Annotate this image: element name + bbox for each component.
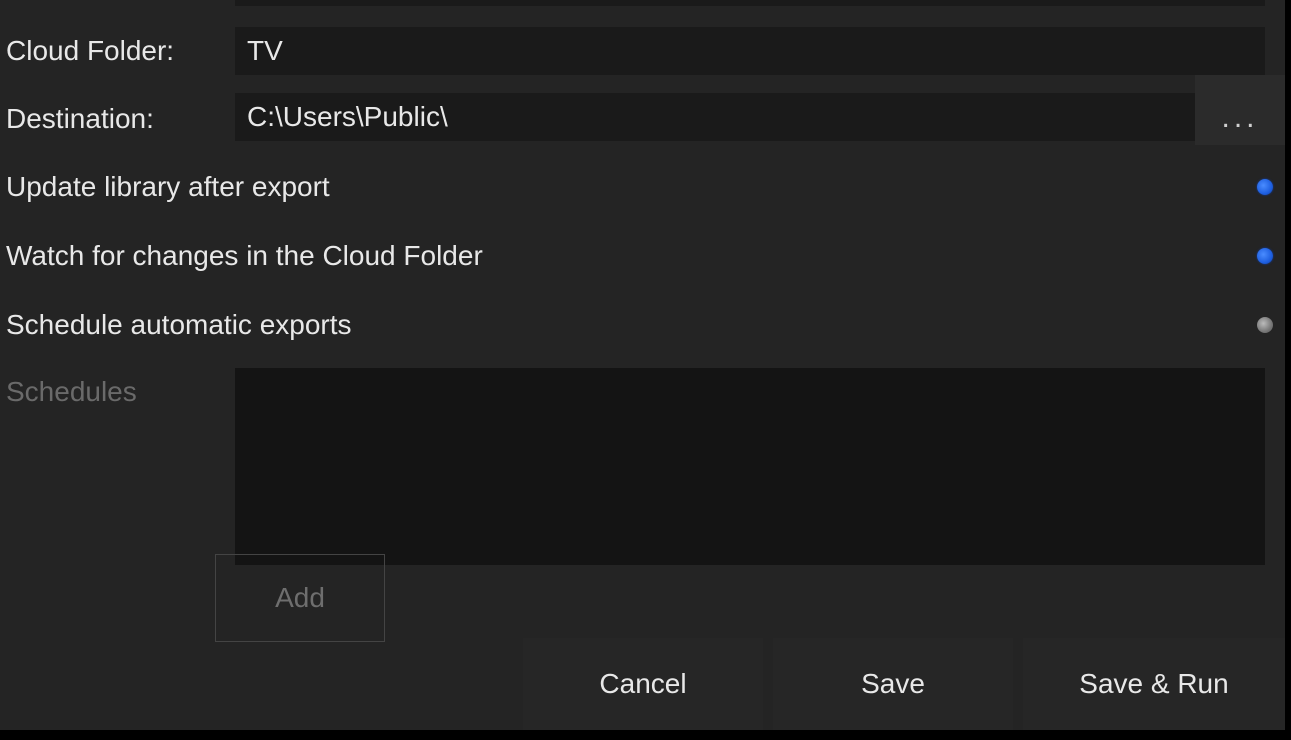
top-input-strip xyxy=(235,0,1265,6)
cloud-folder-label: Cloud Folder: xyxy=(0,35,235,67)
schedules-list[interactable] xyxy=(235,368,1265,565)
schedule-exports-radio[interactable] xyxy=(1257,317,1273,333)
save-button[interactable]: Save xyxy=(773,638,1013,730)
schedule-exports-row[interactable]: Schedule automatic exports xyxy=(0,310,1285,340)
destination-input[interactable] xyxy=(235,93,1195,141)
add-schedule-button[interactable]: Add xyxy=(215,554,385,642)
schedules-label: Schedules xyxy=(0,368,235,565)
schedule-exports-label: Schedule automatic exports xyxy=(6,309,352,341)
cloud-folder-row: Cloud Folder: xyxy=(0,27,1285,75)
schedules-row: Schedules xyxy=(0,368,1285,565)
destination-input-wrap: ... xyxy=(235,93,1285,145)
update-library-row[interactable]: Update library after export xyxy=(0,172,1285,202)
cancel-button[interactable]: Cancel xyxy=(523,638,763,730)
browse-button[interactable]: ... xyxy=(1195,75,1285,145)
save-and-run-button[interactable]: Save & Run xyxy=(1023,638,1285,730)
cloud-folder-input[interactable] xyxy=(235,27,1265,75)
update-library-label: Update library after export xyxy=(6,171,330,203)
watch-changes-row[interactable]: Watch for changes in the Cloud Folder xyxy=(0,241,1285,271)
destination-row: Destination: ... xyxy=(0,95,1285,143)
update-library-radio[interactable] xyxy=(1257,179,1273,195)
cloud-folder-input-wrap xyxy=(235,27,1285,75)
bottom-bar xyxy=(0,730,1285,740)
watch-changes-radio[interactable] xyxy=(1257,248,1273,264)
destination-label: Destination: xyxy=(0,103,235,135)
watch-changes-label: Watch for changes in the Cloud Folder xyxy=(6,240,483,272)
settings-panel: Cloud Folder: Destination: ... Update li… xyxy=(0,0,1285,740)
footer-buttons: Cancel Save Save & Run xyxy=(523,638,1285,730)
